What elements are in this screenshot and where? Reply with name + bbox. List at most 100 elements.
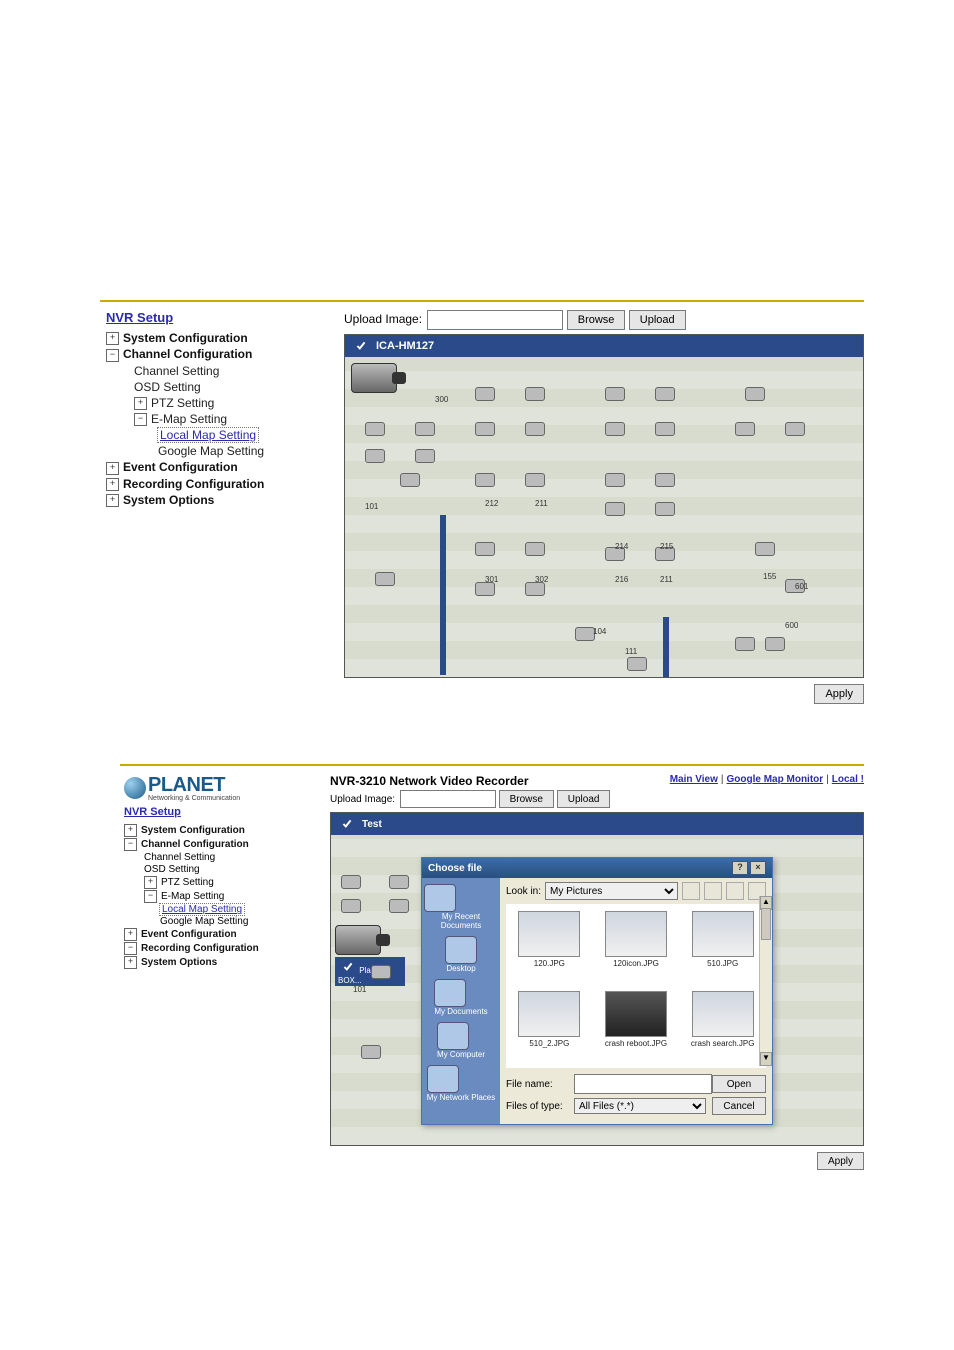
camera-marker[interactable] — [785, 422, 805, 436]
camera-marker[interactable] — [475, 473, 495, 487]
tree-item-channel-setting[interactable]: Channel Setting — [124, 852, 324, 863]
file-item[interactable]: crash search.JPG — [686, 991, 759, 1061]
link-main-view[interactable]: Main View — [670, 774, 718, 785]
back-icon[interactable] — [682, 882, 700, 900]
expand-icon[interactable]: + — [106, 332, 119, 345]
camera-marker[interactable] — [575, 627, 595, 641]
camera-marker[interactable] — [415, 449, 435, 463]
file-thumbnails[interactable]: 120.JPG 120icon.JPG 510.JPG 510_2.JPG cr… — [506, 904, 766, 1068]
upload-path-input[interactable] — [400, 790, 496, 808]
camera-marker[interactable] — [361, 1045, 381, 1059]
camera-checkbox[interactable] — [342, 961, 354, 973]
expand-icon[interactable]: + — [106, 462, 119, 475]
camera-marker[interactable] — [371, 965, 391, 979]
file-item[interactable]: 510_2.JPG — [513, 991, 586, 1061]
camera-draggable[interactable]: Planet BOX... — [335, 925, 405, 986]
expand-icon[interactable]: + — [144, 876, 157, 889]
camera-marker[interactable] — [755, 542, 775, 556]
tree-item-system-configuration[interactable]: +System Configuration — [106, 331, 336, 345]
tree-item-emap-setting[interactable]: −E-Map Setting — [124, 890, 324, 903]
camera-marker[interactable] — [627, 657, 647, 671]
up-icon[interactable] — [704, 882, 722, 900]
collapse-icon[interactable]: − — [124, 942, 137, 955]
camera-marker[interactable] — [365, 422, 385, 436]
file-item[interactable]: crash reboot.JPG — [600, 991, 673, 1061]
scroll-thumb[interactable] — [761, 908, 771, 940]
tree-item-system-configuration[interactable]: +System Configuration — [124, 824, 324, 837]
camera-marker[interactable] — [525, 582, 545, 596]
camera-marker[interactable] — [341, 899, 361, 913]
upload-button[interactable]: Upload — [629, 310, 686, 330]
collapse-icon[interactable]: − — [106, 349, 119, 362]
floorplan-image[interactable]: 101 212 211 214 215 301 302 216 211 111 … — [345, 357, 863, 677]
camera-visible-checkbox[interactable] — [341, 818, 353, 830]
tree-item-emap-setting[interactable]: −E-Map Setting — [106, 412, 336, 426]
emap-canvas[interactable]: Test Planet BOX... 101 — [330, 812, 864, 1146]
camera-marker[interactable] — [605, 422, 625, 436]
place-my-computer[interactable]: My Computer — [437, 1022, 485, 1059]
expand-icon[interactable]: + — [106, 494, 119, 507]
camera-marker[interactable] — [525, 542, 545, 556]
camera-marker[interactable] — [655, 422, 675, 436]
scrollbar[interactable]: ▲ ▼ — [759, 896, 772, 1066]
camera-marker[interactable] — [400, 473, 420, 487]
upload-path-input[interactable] — [427, 310, 563, 330]
tree-item-ptz-setting[interactable]: +PTZ Setting — [106, 396, 336, 410]
collapse-icon[interactable]: − — [124, 838, 137, 851]
expand-icon[interactable]: + — [124, 956, 137, 969]
camera-marker[interactable] — [525, 387, 545, 401]
file-item[interactable]: 510.JPG — [686, 911, 759, 981]
camera-marker[interactable] — [365, 449, 385, 463]
camera-marker[interactable] — [415, 422, 435, 436]
file-item[interactable]: 120.JPG — [513, 911, 586, 981]
upload-button[interactable]: Upload — [557, 790, 611, 808]
tree-item-recording-configuration[interactable]: +Recording Configuration — [106, 477, 336, 491]
camera-marker[interactable] — [525, 473, 545, 487]
apply-button[interactable]: Apply — [817, 1152, 864, 1170]
camera-marker[interactable] — [389, 899, 409, 913]
nvr-setup-heading[interactable]: NVR Setup — [124, 806, 324, 818]
camera-marker[interactable] — [605, 473, 625, 487]
expand-icon[interactable]: + — [106, 478, 119, 491]
tree-item-osd-setting[interactable]: OSD Setting — [106, 380, 336, 394]
scroll-down-icon[interactable]: ▼ — [760, 1052, 772, 1066]
help-icon[interactable]: ? — [732, 861, 748, 875]
camera-marker[interactable] — [475, 422, 495, 436]
camera-marker[interactable] — [341, 875, 361, 889]
file-name-input[interactable] — [574, 1074, 712, 1094]
camera-marker[interactable] — [655, 473, 675, 487]
floorplan-image[interactable]: Planet BOX... 101 Choose file ? × — [331, 835, 863, 1145]
camera-marker[interactable] — [735, 637, 755, 651]
tree-item-osd-setting[interactable]: OSD Setting — [124, 864, 324, 875]
camera-marker[interactable] — [605, 502, 625, 516]
tree-item-system-options[interactable]: +System Options — [106, 493, 336, 507]
open-button[interactable]: Open — [712, 1075, 766, 1093]
place-my-recent[interactable]: My Recent Documents — [424, 884, 498, 930]
camera-marker[interactable] — [525, 422, 545, 436]
camera-marker[interactable] — [655, 387, 675, 401]
browse-button[interactable]: Browse — [567, 310, 626, 330]
camera-draggable[interactable] — [351, 363, 421, 393]
cancel-button[interactable]: Cancel — [712, 1097, 766, 1115]
tree-item-google-map-setting[interactable]: Google Map Setting — [124, 916, 324, 927]
close-icon[interactable]: × — [750, 861, 766, 875]
camera-marker[interactable] — [605, 387, 625, 401]
emap-canvas[interactable]: ICA-HM127 — [344, 334, 864, 678]
tree-item-channel-setting[interactable]: Channel Setting — [106, 364, 336, 378]
camera-marker[interactable] — [745, 387, 765, 401]
collapse-icon[interactable]: − — [134, 413, 147, 426]
look-in-select[interactable]: My Pictures — [545, 882, 678, 900]
place-my-documents[interactable]: My Documents — [434, 979, 487, 1016]
place-desktop[interactable]: Desktop — [445, 936, 477, 973]
tree-item-local-map-setting[interactable]: Local Map Setting — [124, 904, 324, 915]
file-type-select[interactable]: All Files (*.*) — [574, 1098, 706, 1114]
tree-item-ptz-setting[interactable]: +PTZ Setting — [124, 876, 324, 889]
browse-button[interactable]: Browse — [499, 790, 554, 808]
camera-visible-checkbox[interactable] — [355, 340, 367, 352]
collapse-icon[interactable]: − — [144, 890, 157, 903]
camera-marker[interactable] — [765, 637, 785, 651]
camera-marker[interactable] — [475, 542, 495, 556]
expand-icon[interactable]: + — [124, 824, 137, 837]
dialog-titlebar[interactable]: Choose file ? × — [422, 858, 772, 878]
expand-icon[interactable]: + — [134, 397, 147, 410]
